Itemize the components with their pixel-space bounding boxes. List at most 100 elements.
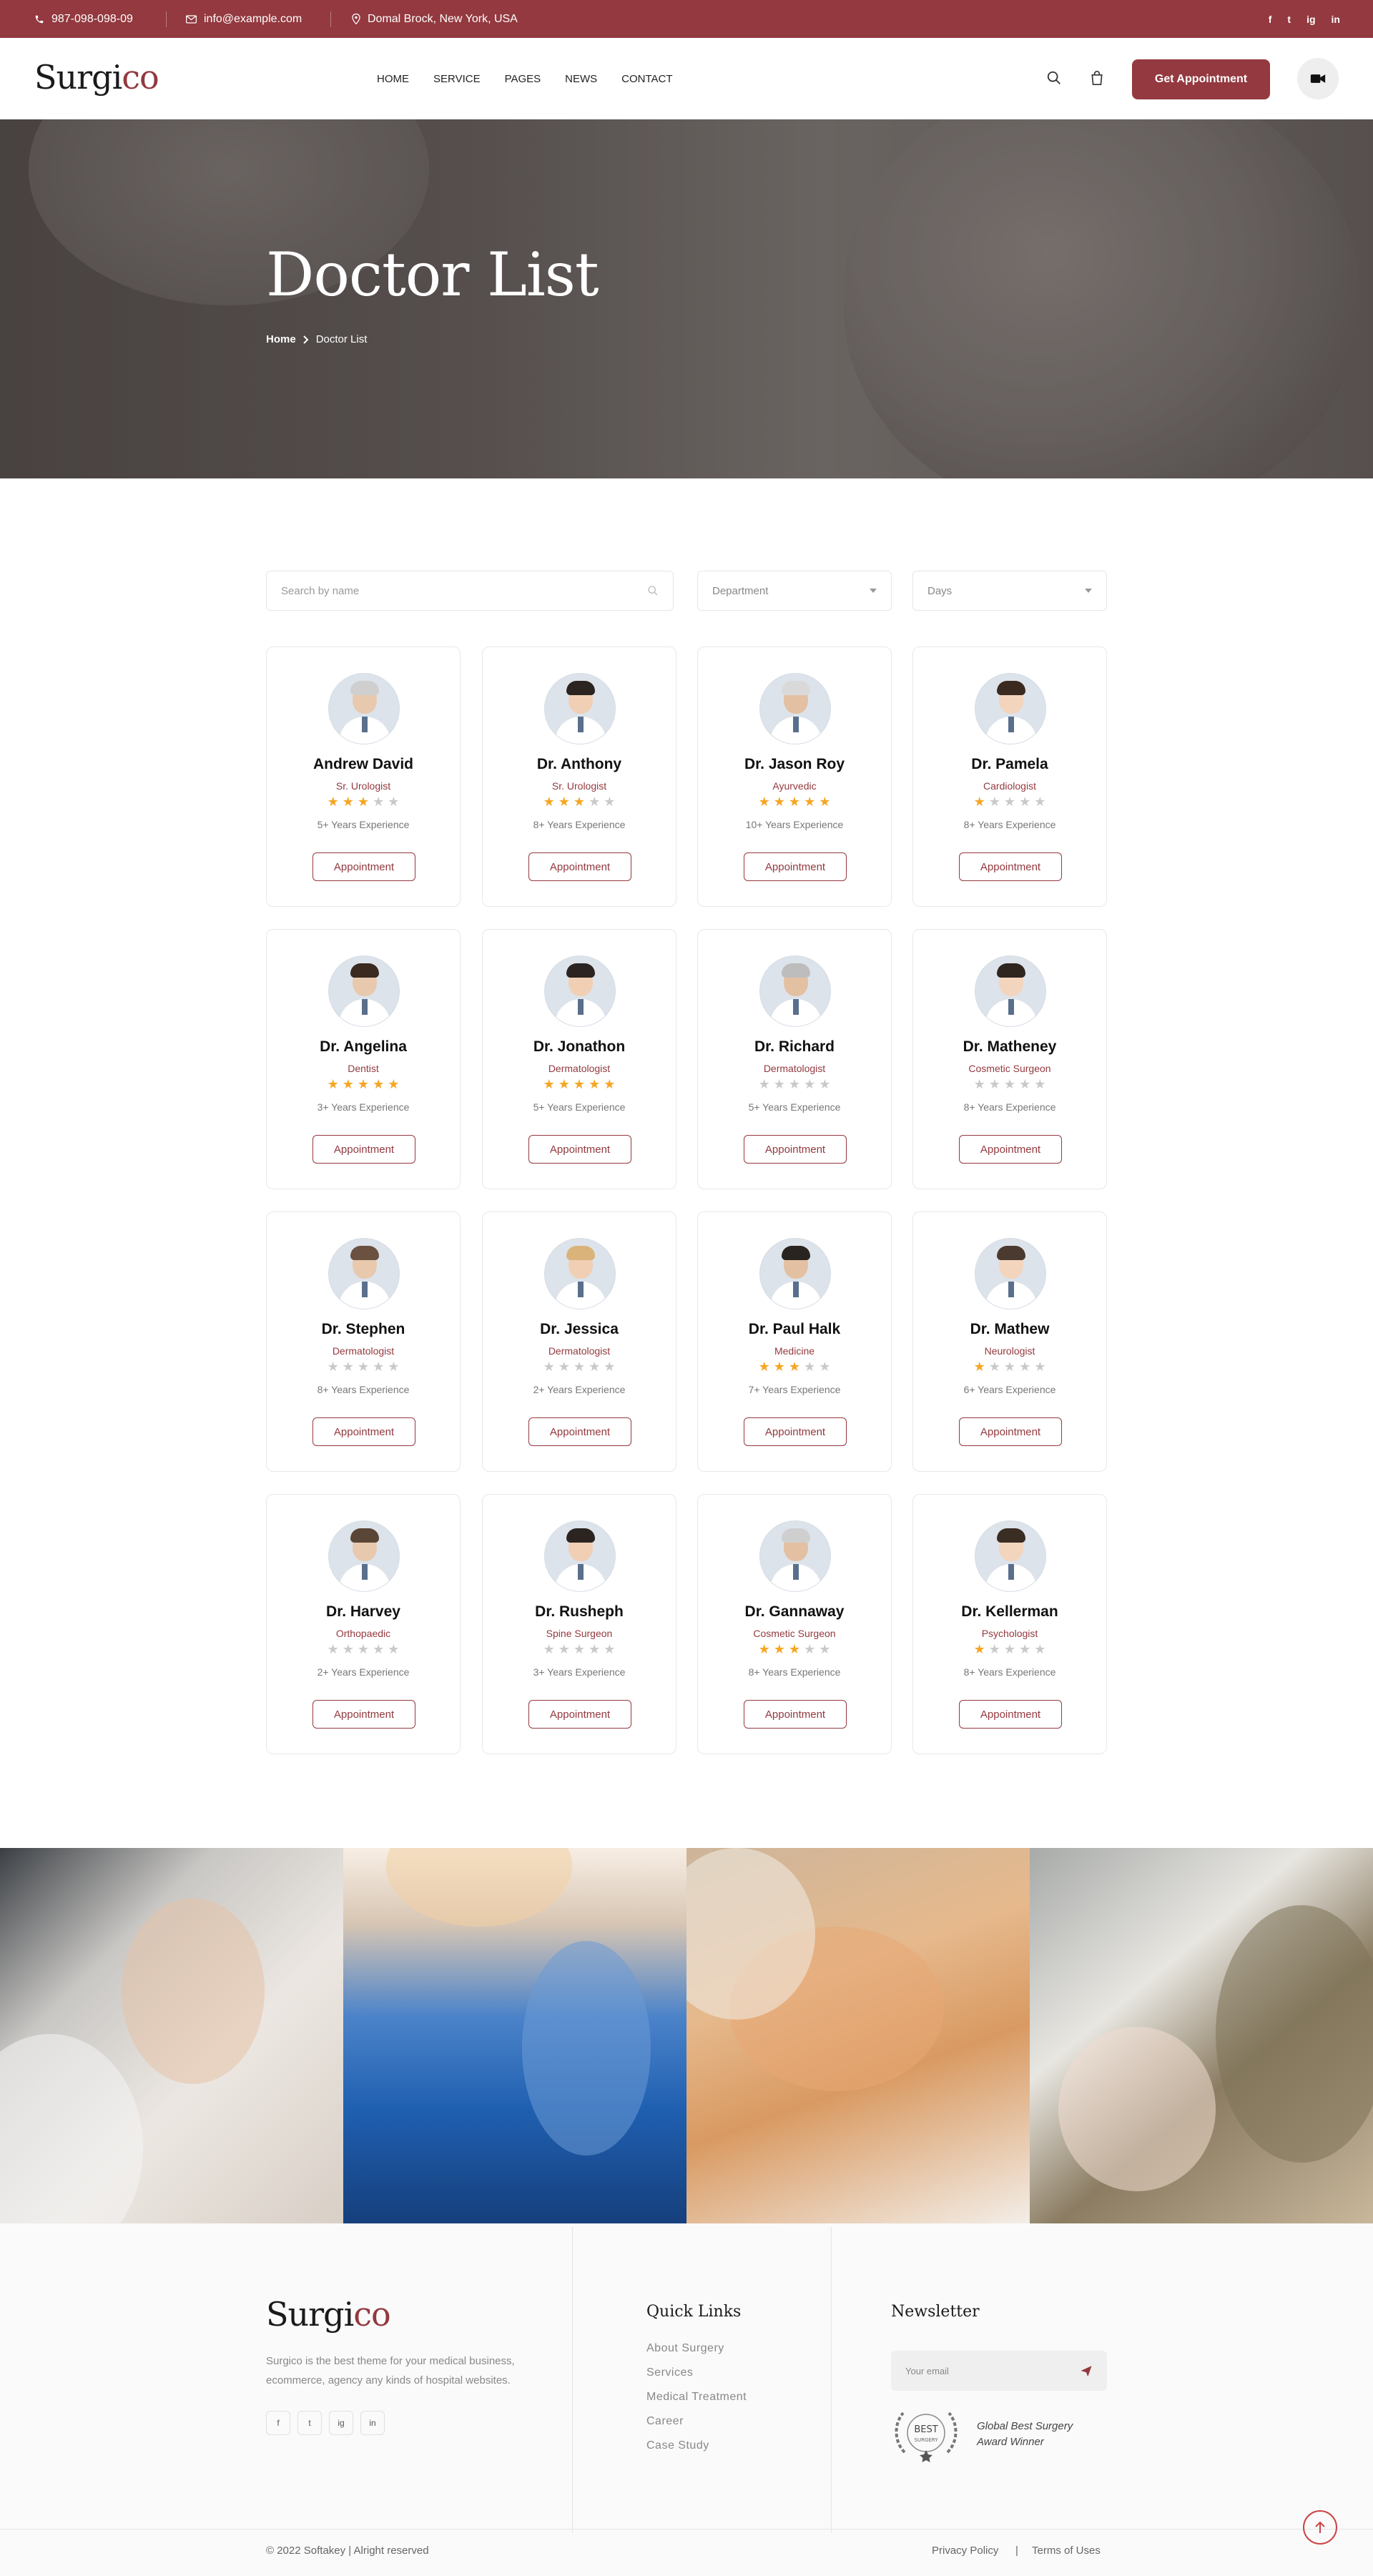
department-select[interactable]: Department [697,571,892,611]
doctor-name[interactable]: Dr. Kellerman [913,1603,1106,1621]
appointment-button[interactable]: Appointment [744,1135,847,1164]
star-icon: ★ [1034,795,1046,809]
doctor-name[interactable]: Dr. Jason Roy [698,756,891,773]
address-info: Domal Brock, New York, USA [352,0,518,38]
quick-link-career[interactable]: Career [646,2415,684,2428]
star-icon: ★ [758,1360,770,1374]
doctor-name[interactable]: Dr. Paul Halk [698,1321,891,1338]
doctor-card: Dr. Mathew Neurologist ★ ★ ★ ★ ★ 6+ Years Exper… [912,1211,1107,1472]
facebook-icon[interactable]: f [1269,14,1272,25]
doctor-name[interactable]: Dr. Jessica [483,1321,676,1338]
doctor-name[interactable]: Dr. Angelina [267,1038,460,1056]
appointment-button[interactable]: Appointment [313,1700,415,1729]
doctor-specialty: Sr. Urologist [335,780,391,792]
doctor-name[interactable]: Dr. Jonathon [483,1038,676,1056]
appointment-button[interactable]: Appointment [959,1417,1062,1446]
appointment-button[interactable]: Appointment [744,852,847,881]
nav-home[interactable]: HOME [377,73,409,85]
terms-link[interactable]: Terms of Uses [1032,2545,1101,2557]
doctor-name[interactable]: Dr. Harvey [267,1603,460,1621]
doctor-name[interactable]: Dr. Mathew [913,1321,1106,1338]
star-icon: ★ [1019,795,1031,809]
appointment-button[interactable]: Appointment [744,1700,847,1729]
nav-contact[interactable]: CONTACT [621,73,672,85]
copyright: © 2022 Softakey | Alright reserved [266,2545,429,2557]
quick-link-case-study[interactable]: Case Study [646,2439,709,2452]
appointment-button[interactable]: Appointment [959,1700,1062,1729]
linkedin-icon[interactable]: in [360,2411,385,2435]
facebook-icon[interactable]: f [266,2411,290,2435]
appointment-button[interactable]: Appointment [528,852,631,881]
doctor-avatar [544,1238,616,1309]
quick-link-about[interactable]: About Surgery [646,2342,724,2355]
appointment-button[interactable]: Appointment [959,1135,1062,1164]
appointment-button[interactable]: Appointment [528,1700,631,1729]
instagram-icon[interactable]: ig [329,2411,353,2435]
star-icon: ★ [543,795,555,809]
doctor-experience: 7+ Years Experience [748,1384,841,1395]
award-text: Global Best Surgery Award Winner [977,2420,1073,2448]
star-icon: ★ [804,795,816,809]
doctor-name[interactable]: Dr. Rusheph [483,1603,676,1621]
doctor-name[interactable]: Dr. Gannaway [698,1603,891,1621]
site-logo[interactable]: Surgico [34,58,159,97]
doctor-card: Dr. Kellerman Psychologist ★ ★ ★ ★ ★ 8+ Years E… [912,1494,1107,1754]
cart-icon[interactable] [1084,65,1110,91]
doctor-experience: 10+ Years Experience [745,819,844,830]
doctor-specialty: Dermatologist [548,1345,611,1357]
nav-news[interactable]: NEWS [565,73,597,85]
email-info[interactable]: info@example.com [186,0,302,38]
search-input[interactable]: Search by name [281,585,647,597]
linkedin-icon[interactable]: in [1332,14,1340,25]
appointment-button[interactable]: Appointment [313,852,415,881]
logo-main: Surgi [266,2295,354,2334]
doctor-avatar [759,1520,831,1592]
doctor-name[interactable]: Dr. Matheney [913,1038,1106,1056]
doctor-name[interactable]: Andrew David [267,756,460,773]
newsletter-input[interactable]: Your email [905,2366,1080,2376]
phone-info[interactable]: 987-098-098-09 [34,0,133,38]
search-field[interactable]: Search by name [266,571,674,611]
site-header: Surgico HOME SERVICE PAGES NEWS CONTACT … [0,38,1373,119]
days-select[interactable]: Days [912,571,1107,611]
star-icon: ★ [1003,1360,1016,1374]
search-icon[interactable] [1041,65,1067,91]
doctor-avatar [975,673,1046,744]
twitter-icon[interactable]: t [1287,14,1291,25]
footer-logo[interactable]: Surgico [266,2295,391,2334]
arrow-up-icon [1315,2521,1325,2533]
doctor-name[interactable]: Dr. Stephen [267,1321,460,1338]
privacy-link[interactable]: Privacy Policy [932,2545,998,2557]
doctor-name[interactable]: Dr. Pamela [913,756,1106,773]
star-icon: ★ [373,1642,385,1656]
star-icon: ★ [388,1642,400,1656]
search-icon [648,586,658,596]
appointment-button[interactable]: Appointment [313,1417,415,1446]
quick-link-services[interactable]: Services [646,2366,693,2379]
appointment-button[interactable]: Appointment [528,1135,631,1164]
instagram-icon[interactable]: ig [1306,14,1315,25]
scroll-to-top-button[interactable] [1303,2510,1337,2545]
doctor-experience: 5+ Years Experience [317,819,410,830]
appointment-button[interactable]: Appointment [744,1417,847,1446]
quick-link-treatment[interactable]: Medical Treatment [646,2391,747,2404]
doctor-specialty: Dermatologist [548,1063,611,1074]
video-button[interactable] [1297,58,1339,99]
get-appointment-button[interactable]: Get Appointment [1132,59,1270,99]
doctor-specialty: Dermatologist [763,1063,826,1074]
appointment-button[interactable]: Appointment [528,1417,631,1446]
image-gallery [0,1848,1373,2223]
appointment-button[interactable]: Appointment [959,852,1062,881]
newsletter-email-field[interactable]: Your email [891,2351,1107,2391]
nav-pages[interactable]: PAGES [505,73,541,85]
doctor-avatar [328,955,400,1027]
doctor-name[interactable]: Dr. Anthony [483,756,676,773]
send-icon[interactable] [1080,2364,1093,2377]
appointment-button[interactable]: Appointment [313,1135,415,1164]
breadcrumb-home[interactable]: Home [266,333,296,345]
phone-icon [35,15,44,23]
doctor-name[interactable]: Dr. Richard [698,1038,891,1056]
nav-service[interactable]: SERVICE [433,73,481,85]
star-icon: ★ [804,1642,816,1656]
twitter-icon[interactable]: t [297,2411,322,2435]
